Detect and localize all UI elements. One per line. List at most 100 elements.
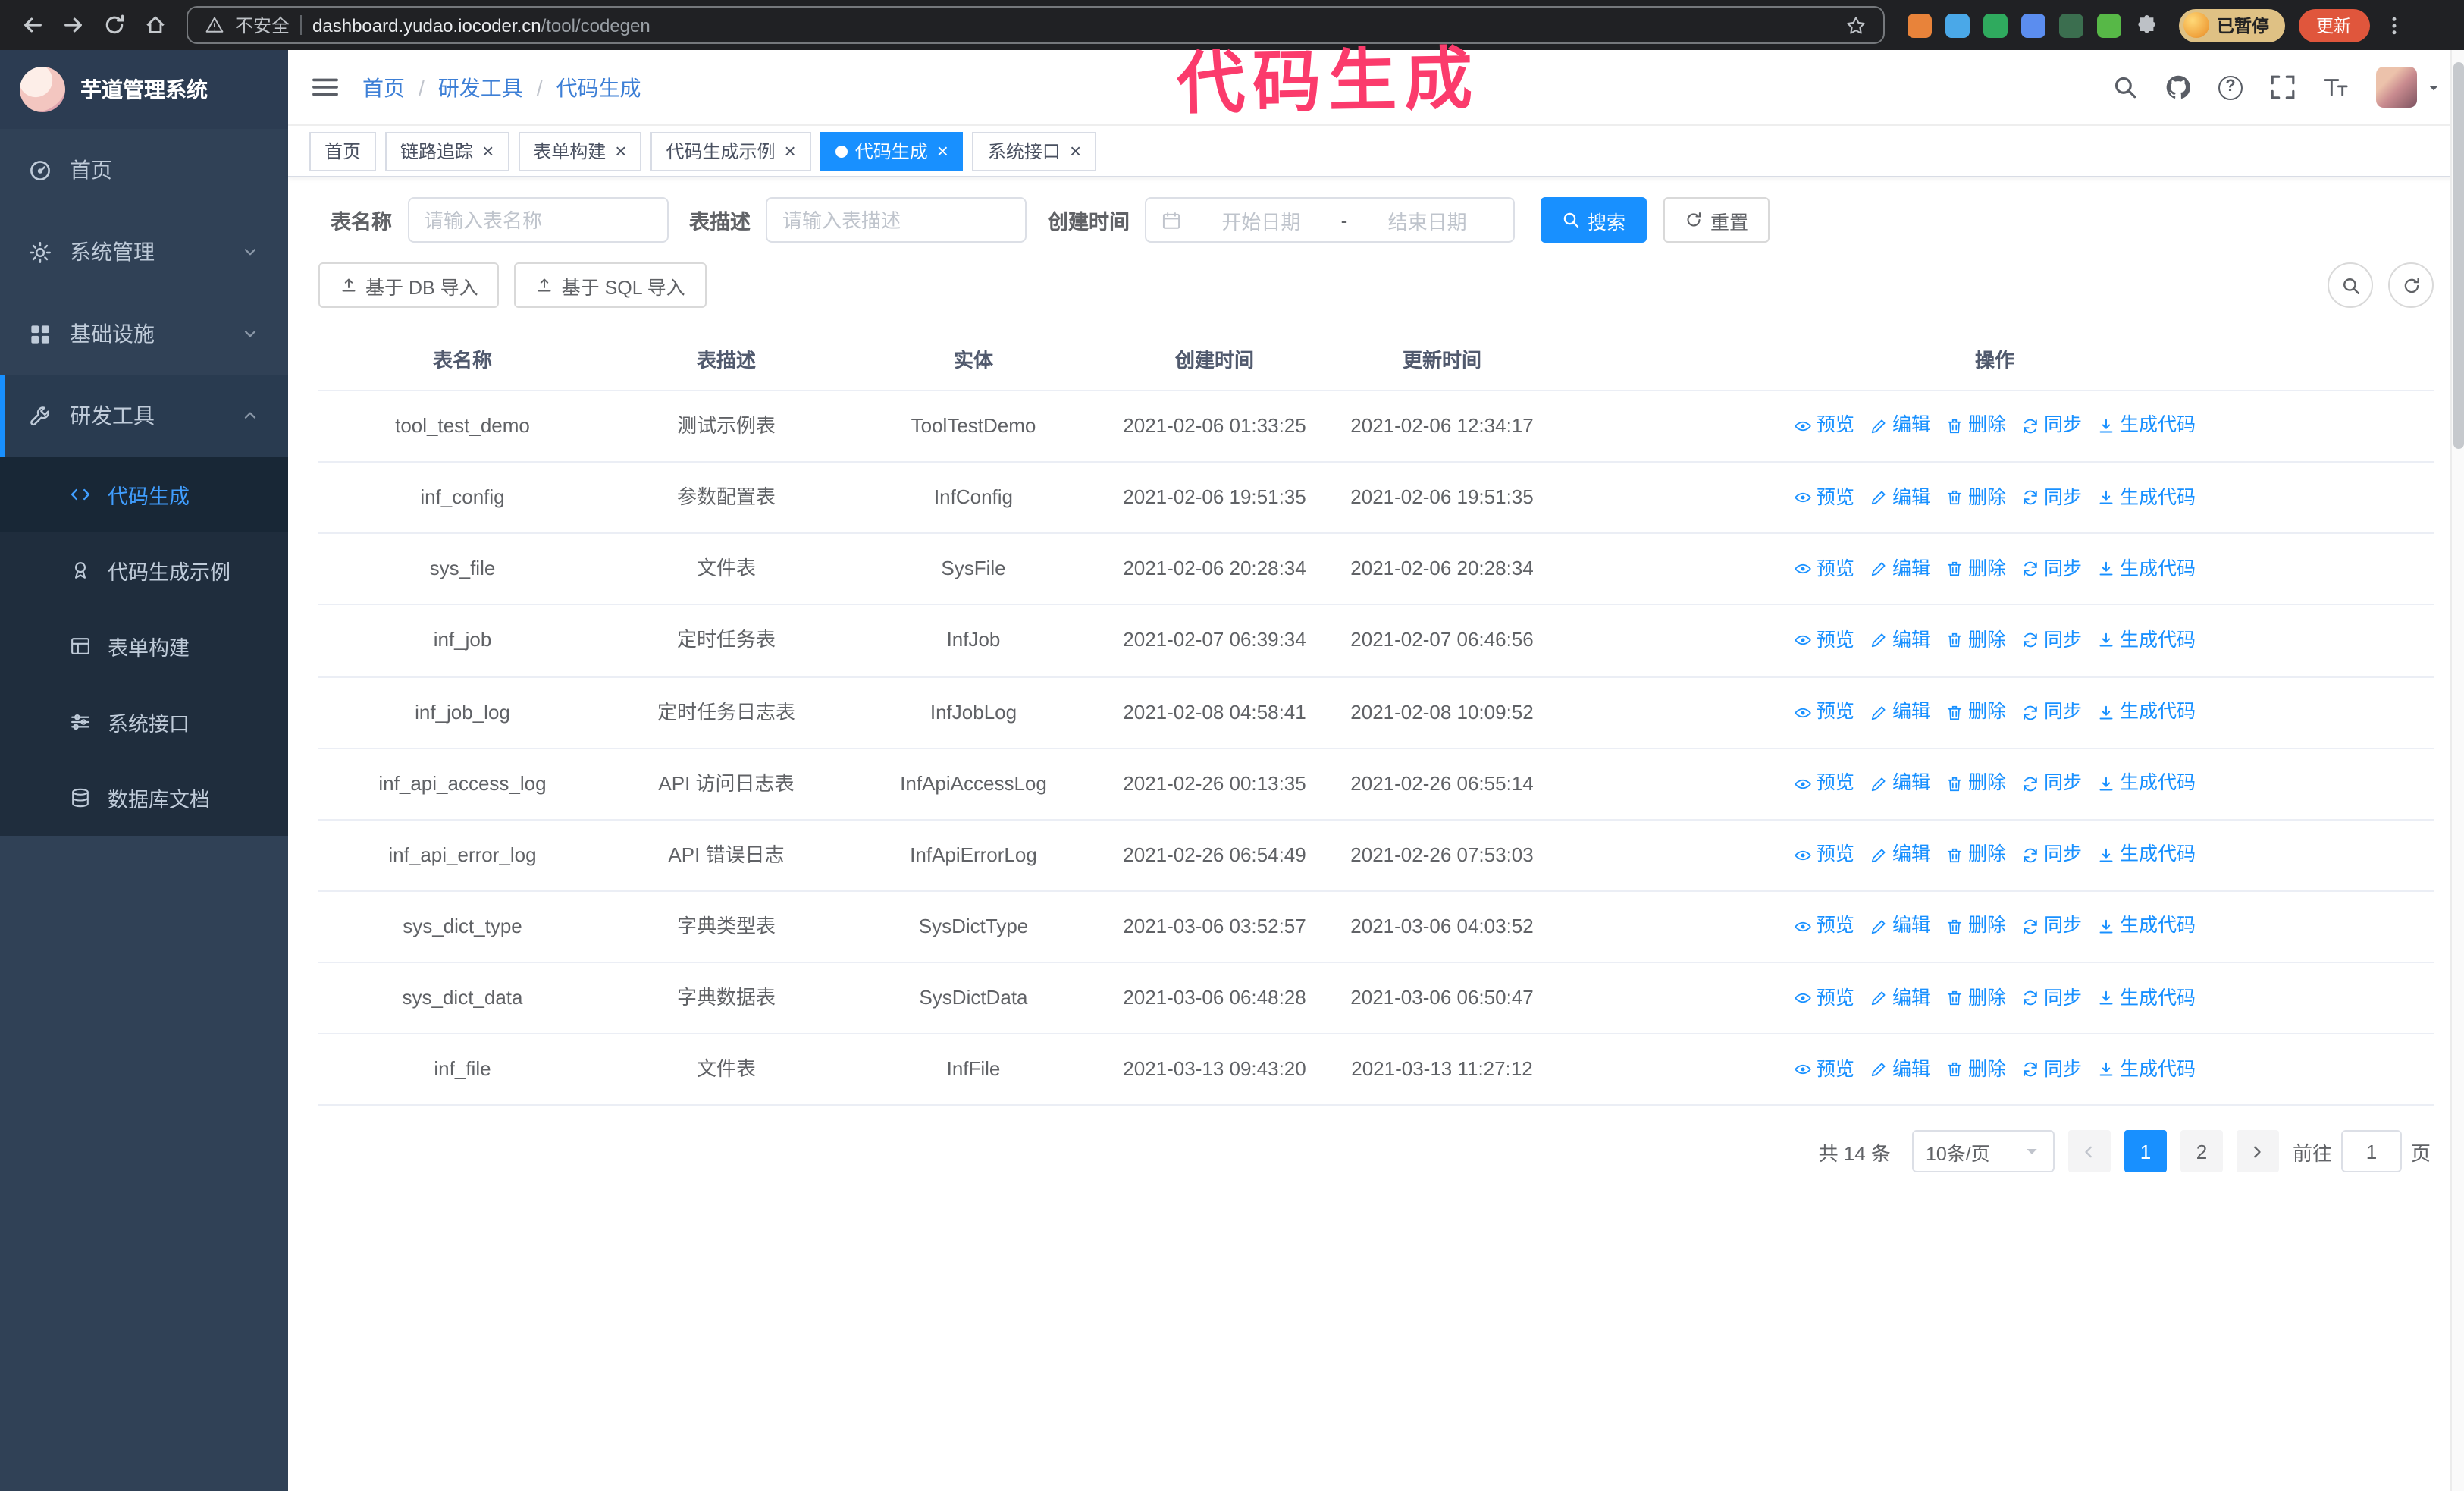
- logo-row[interactable]: 芋道管理系统: [0, 50, 288, 129]
- page-2-button[interactable]: 2: [2180, 1130, 2223, 1173]
- check-green-extension-icon[interactable]: [1983, 13, 2008, 37]
- preview-link[interactable]: 预览: [1794, 1055, 1854, 1085]
- sidebar-subitem-codegen-example[interactable]: 代码生成示例: [0, 532, 288, 608]
- edit-link[interactable]: 编辑: [1870, 984, 1930, 1013]
- browser-menu-icon[interactable]: [2383, 14, 2404, 36]
- tab-codegen[interactable]: 代码生成 ×: [820, 131, 964, 171]
- fox-extension-icon[interactable]: [1908, 13, 1932, 37]
- sync-link[interactable]: 同步: [2021, 483, 2082, 513]
- profile-chip[interactable]: 已暂停: [2179, 8, 2284, 42]
- sync-link[interactable]: 同步: [2021, 840, 2082, 870]
- sidebar-item-system[interactable]: 系统管理: [0, 211, 288, 293]
- terminal-extension-icon[interactable]: [2059, 13, 2083, 37]
- close-icon[interactable]: ×: [1070, 141, 1081, 161]
- preview-link[interactable]: 预览: [1794, 626, 1854, 656]
- table-name-input[interactable]: [407, 197, 668, 243]
- refresh-table-button[interactable]: [2388, 262, 2434, 308]
- breadcrumb-item[interactable]: 首页: [362, 72, 405, 102]
- preview-link[interactable]: 预览: [1794, 483, 1854, 513]
- preview-link[interactable]: 预览: [1794, 769, 1854, 799]
- delete-link[interactable]: 删除: [1945, 626, 2006, 656]
- edit-link[interactable]: 编辑: [1870, 912, 1930, 942]
- delete-link[interactable]: 删除: [1945, 554, 2006, 584]
- generate-code-link[interactable]: 生成代码: [2097, 840, 2196, 870]
- page-size-select[interactable]: 10条/页: [1911, 1130, 2055, 1173]
- sidebar-subitem-form-builder[interactable]: 表单构建: [0, 608, 288, 684]
- bookmark-star-icon[interactable]: [1845, 14, 1867, 36]
- sidebar-subitem-codegen[interactable]: 代码生成: [0, 457, 288, 532]
- generate-code-link[interactable]: 生成代码: [2097, 626, 2196, 656]
- table-desc-input[interactable]: [766, 197, 1027, 243]
- generate-code-link[interactable]: 生成代码: [2097, 912, 2196, 942]
- sidebar-item-devtools[interactable]: 研发工具: [0, 375, 288, 457]
- close-icon[interactable]: ×: [482, 141, 494, 161]
- preview-link[interactable]: 预览: [1794, 554, 1854, 584]
- preview-link[interactable]: 预览: [1794, 984, 1854, 1013]
- question-icon[interactable]: ?: [2218, 75, 2243, 99]
- edit-link[interactable]: 编辑: [1870, 554, 1930, 584]
- delete-link[interactable]: 删除: [1945, 984, 2006, 1013]
- next-page-button[interactable]: [2236, 1130, 2279, 1173]
- edit-link[interactable]: 编辑: [1870, 769, 1930, 799]
- delete-link[interactable]: 删除: [1945, 483, 2006, 513]
- drop-extension-icon[interactable]: [1945, 13, 1970, 37]
- goto-page-input[interactable]: [2340, 1130, 2402, 1173]
- generate-code-link[interactable]: 生成代码: [2097, 1055, 2196, 1085]
- close-icon[interactable]: ×: [615, 141, 626, 161]
- delete-link[interactable]: 删除: [1945, 769, 2006, 799]
- leaf-extension-icon[interactable]: [2097, 13, 2121, 37]
- sidebar-item-infra[interactable]: 基础设施: [0, 293, 288, 375]
- sync-link[interactable]: 同步: [2021, 984, 2082, 1013]
- page-1-button[interactable]: 1: [2124, 1130, 2167, 1173]
- reload-button[interactable]: [94, 5, 135, 46]
- puzzle-extension-icon[interactable]: [2135, 13, 2159, 37]
- sync-link[interactable]: 同步: [2021, 1055, 2082, 1085]
- preview-link[interactable]: 预览: [1794, 698, 1854, 727]
- tab-form-builder[interactable]: 表单构建 ×: [518, 131, 642, 171]
- delete-link[interactable]: 删除: [1945, 698, 2006, 727]
- sync-link[interactable]: 同步: [2021, 626, 2082, 656]
- update-button[interactable]: 更新: [2298, 8, 2369, 42]
- search-button[interactable]: 搜索: [1541, 197, 1647, 243]
- generate-code-link[interactable]: 生成代码: [2097, 483, 2196, 513]
- generate-code-link[interactable]: 生成代码: [2097, 698, 2196, 727]
- fullscreen-icon[interactable]: [2270, 74, 2296, 100]
- scrollbar-thumb[interactable]: [2453, 62, 2464, 449]
- close-icon[interactable]: ×: [785, 141, 796, 161]
- edit-link[interactable]: 编辑: [1870, 626, 1930, 656]
- home-button[interactable]: [135, 5, 176, 46]
- sidebar-item-home[interactable]: 首页: [0, 129, 288, 211]
- delete-link[interactable]: 删除: [1945, 840, 2006, 870]
- tab-tracer[interactable]: 链路追踪 ×: [385, 131, 509, 171]
- delete-link[interactable]: 删除: [1945, 412, 2006, 441]
- tab-codegen-example[interactable]: 代码生成示例 ×: [650, 131, 811, 171]
- search-icon[interactable]: [2112, 74, 2138, 100]
- github-icon[interactable]: [2165, 74, 2191, 100]
- sidebar-toggle-icon[interactable]: [311, 73, 340, 102]
- tab-system-api[interactable]: 系统接口 ×: [972, 131, 1097, 171]
- toggle-search-button[interactable]: [2328, 262, 2373, 308]
- fontsize-icon[interactable]: [2323, 74, 2349, 100]
- prev-page-button[interactable]: [2067, 1130, 2111, 1173]
- user-menu[interactable]: [2376, 67, 2441, 108]
- generate-code-link[interactable]: 生成代码: [2097, 769, 2196, 799]
- breadcrumb-item[interactable]: 研发工具: [438, 72, 523, 102]
- edit-link[interactable]: 编辑: [1870, 412, 1930, 441]
- people-extension-icon[interactable]: [2021, 13, 2045, 37]
- import-sql-button[interactable]: 基于 SQL 导入: [514, 262, 707, 308]
- forward-button[interactable]: [53, 5, 94, 46]
- sync-link[interactable]: 同步: [2021, 698, 2082, 727]
- sidebar-subitem-system-api[interactable]: 系统接口: [0, 684, 288, 760]
- delete-link[interactable]: 删除: [1945, 1055, 2006, 1085]
- address-bar[interactable]: 不安全 dashboard.yudao.iocoder.cn/tool/code…: [187, 6, 1885, 44]
- edit-link[interactable]: 编辑: [1870, 483, 1930, 513]
- edit-link[interactable]: 编辑: [1870, 698, 1930, 727]
- preview-link[interactable]: 预览: [1794, 412, 1854, 441]
- preview-link[interactable]: 预览: [1794, 912, 1854, 942]
- generate-code-link[interactable]: 生成代码: [2097, 554, 2196, 584]
- breadcrumb-item[interactable]: 代码生成: [556, 72, 641, 102]
- sync-link[interactable]: 同步: [2021, 769, 2082, 799]
- scrollbar[interactable]: [2450, 50, 2464, 1491]
- sync-link[interactable]: 同步: [2021, 412, 2082, 441]
- edit-link[interactable]: 编辑: [1870, 840, 1930, 870]
